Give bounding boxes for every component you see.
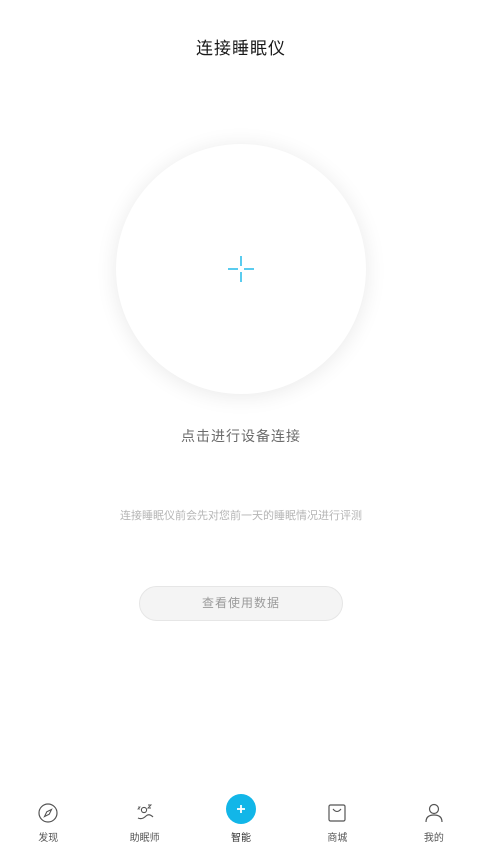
plus-icon: [226, 794, 257, 824]
tab-discover[interactable]: 发现: [0, 794, 96, 856]
compass-icon: [37, 802, 59, 824]
tab-label: 我的: [423, 833, 444, 844]
tab-label: 智能: [231, 833, 252, 844]
tab-store[interactable]: 商城: [289, 794, 385, 856]
bottom-tab-bar: 发现 助眠师 智能 商城 我的: [0, 794, 482, 856]
view-usage-data-button[interactable]: 查看使用数据: [139, 586, 343, 621]
tab-profile[interactable]: 我的: [386, 794, 482, 856]
page-title: 连接睡眠仪: [196, 39, 286, 59]
tab-label: 商城: [327, 833, 348, 844]
tab-label: 发现: [38, 833, 59, 844]
evaluation-note: 连接睡眠仪前会先对您前一天的睡眠情况进行评测: [120, 509, 362, 522]
person-icon: [423, 802, 445, 824]
crosshair-icon: [228, 256, 254, 282]
shopping-bag-icon: [326, 802, 348, 824]
sleeping-person-icon: [134, 802, 156, 824]
tab-label: 助眠师: [129, 833, 160, 844]
connect-device-button[interactable]: [116, 144, 366, 394]
connect-hint: 点击进行设备连接: [181, 429, 301, 445]
tab-sleep-assistant[interactable]: 助眠师: [96, 794, 192, 856]
tab-smart[interactable]: 智能: [193, 794, 289, 856]
